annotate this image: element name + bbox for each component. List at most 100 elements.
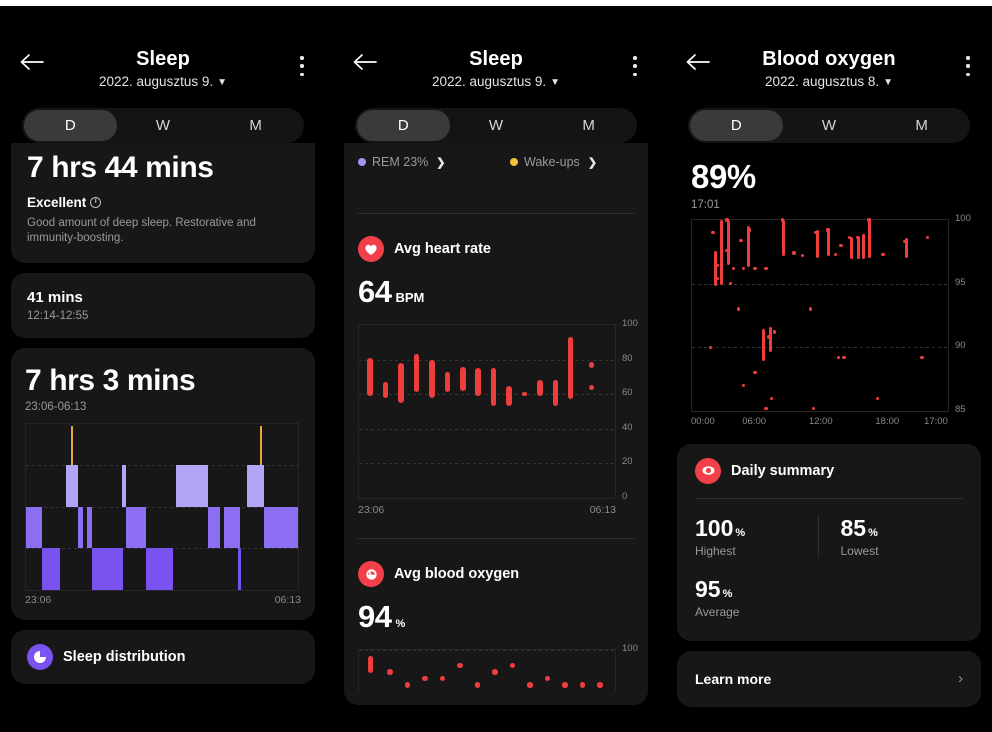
spo2-day-point <box>808 307 813 311</box>
tab-month[interactable]: M <box>209 110 302 141</box>
panel-divider-2 <box>659 6 666 732</box>
spo2-day-range <box>762 329 766 362</box>
screenshot-root: Sleep 2022. augusztus 9. ▼ D W M 7 hrs 44… <box>0 0 992 732</box>
hr-ytick: 20 <box>622 456 633 468</box>
main-sleep-card[interactable]: 7 hrs 3 mins 23:06-06:13 23:06 06:13 <box>11 348 315 620</box>
hypnogram-segment <box>122 465 127 507</box>
spo2-day-point <box>728 281 733 286</box>
period-tabs-panel1: D W M <box>22 108 304 143</box>
kebab-menu-icon[interactable] <box>300 56 304 76</box>
sleep-duration: 7 hrs 44 mins <box>27 151 214 184</box>
blood-oxygen-title: Avg blood oxygen <box>394 566 520 582</box>
spo2-night-dot <box>404 682 411 688</box>
average-value: 95 <box>695 575 721 602</box>
spo2-day-point <box>842 355 846 360</box>
kebab-menu-icon[interactable] <box>633 56 637 76</box>
tab-week[interactable]: W <box>450 110 543 141</box>
tab-week[interactable]: W <box>783 110 876 141</box>
hr-ytick: 100 <box>622 318 638 329</box>
hypnogram-x-start: 23:06 <box>25 593 52 606</box>
spo2-day-xtick: 06:00 <box>742 415 767 427</box>
sleep-score-card[interactable]: 7 hrs 44 mins Excellent Good amount of d… <box>11 143 315 264</box>
daily-summary-card[interactable]: Daily summary 100% Highest 85% Lowest 95… <box>677 443 981 641</box>
spo2-day-point <box>753 371 757 375</box>
hypnogram-segment <box>86 506 93 549</box>
spo2-icon <box>358 561 384 587</box>
learn-more-button[interactable]: Learn more › <box>677 650 981 707</box>
spo2-day-xtick: 18:00 <box>875 415 900 427</box>
spo2-night-bar <box>367 656 374 673</box>
date-selector[interactable]: 2022. augusztus 8. ▼ <box>666 74 992 89</box>
hr-ytick: 80 <box>622 352 633 364</box>
hr-range-bar <box>460 366 466 391</box>
tab-week[interactable]: W <box>117 110 210 141</box>
spo2-day-range <box>726 219 730 265</box>
spo2-day-point <box>739 238 743 243</box>
spo2-day-xtick: 12:00 <box>808 415 833 427</box>
sleep-distribution-card[interactable]: Sleep distribution <box>11 629 315 684</box>
hr-range-bar <box>413 354 420 393</box>
spo2-day-range <box>815 230 819 259</box>
highest-label: Highest <box>695 543 736 558</box>
tab-day[interactable]: D <box>690 110 783 141</box>
stage-legend: REM 23% ❯ Wake-ups ❯ <box>358 155 634 169</box>
spo2-night-dot <box>597 682 603 688</box>
info-icon[interactable] <box>90 196 102 208</box>
spo2-day-range <box>826 227 830 256</box>
hr-range-bar <box>537 380 543 396</box>
spo2-day-xtick: 17:00 <box>924 415 948 427</box>
period-tabs-panel2: D W M <box>355 108 637 143</box>
hypnogram-segment <box>65 465 78 507</box>
legend-rem-label: REM 23% <box>372 155 429 169</box>
gridline <box>359 359 615 361</box>
tab-month[interactable]: M <box>875 110 968 141</box>
blood-oxygen-unit: % <box>395 618 406 630</box>
panel2-scroll[interactable]: REM 23% ❯ Wake-ups ❯ Avg heart rate 64 B… <box>333 143 659 705</box>
tab-day[interactable]: D <box>357 110 450 141</box>
page-title: Blood oxygen <box>762 48 896 70</box>
legend-rem[interactable]: REM 23% ❯ <box>358 155 482 169</box>
kebab-menu-icon[interactable] <box>966 56 970 76</box>
nap-card[interactable]: 41 mins 12:14-12:55 <box>11 273 315 339</box>
spo2-day-point <box>839 243 843 248</box>
date-selector[interactable]: 2022. augusztus 9. ▼ <box>333 74 659 89</box>
tab-month[interactable]: M <box>542 110 635 141</box>
spo2-night-dot <box>509 662 516 668</box>
hypnogram-chart: 23:06 06:13 <box>25 422 301 610</box>
spo2-day-range <box>862 233 866 260</box>
hypnogram-x-end: 06:13 <box>274 593 301 606</box>
spo2-ytick: 100 <box>955 212 971 224</box>
latest-reading: 89% 17:01 <box>677 143 981 211</box>
spo2-night-dot <box>492 669 498 675</box>
hr-range-bar <box>444 371 451 393</box>
spo2-day-range <box>714 250 718 287</box>
hr-range-bar <box>521 392 528 397</box>
chevron-right-icon: › <box>958 670 963 688</box>
legend-wakeups[interactable]: Wake-ups ❯ <box>482 155 634 169</box>
tab-day[interactable]: D <box>24 110 117 141</box>
hr-range-bar <box>398 363 404 403</box>
spo2-day-point <box>800 253 804 258</box>
gridline <box>359 428 615 430</box>
spo2-night-dot <box>562 682 568 688</box>
hr-ytick: 40 <box>622 421 633 433</box>
spo2-day-range <box>856 236 860 260</box>
hypnogram-segment <box>146 548 174 590</box>
spo2-day-point <box>836 355 841 360</box>
heart-rate-title: Avg heart rate <box>394 241 491 257</box>
legend-wakeups-label: Wake-ups <box>524 155 580 169</box>
chevron-down-icon: ▼ <box>217 77 227 88</box>
date-selector[interactable]: 2022. augusztus 9. ▼ <box>0 74 326 89</box>
panel3-scroll[interactable]: 89% 17:01 85 90 95 100 00:00 06:00 12:00 18:00… <box>666 143 992 707</box>
heart-rate-head: Avg heart rate <box>358 236 634 262</box>
spo2-icon <box>695 457 721 484</box>
average-label: Average <box>695 604 740 619</box>
hr-x-end: 06:13 <box>589 504 616 516</box>
divider <box>358 213 634 214</box>
hypnogram-segment <box>26 506 43 549</box>
chevron-down-icon: ▼ <box>550 77 560 88</box>
daily-summary-head: Daily summary <box>695 457 963 484</box>
panel1-scroll[interactable]: 7 hrs 44 mins Excellent Good amount of d… <box>0 143 326 684</box>
gridline <box>359 463 615 465</box>
date-label: 2022. augusztus 9. <box>432 74 547 89</box>
